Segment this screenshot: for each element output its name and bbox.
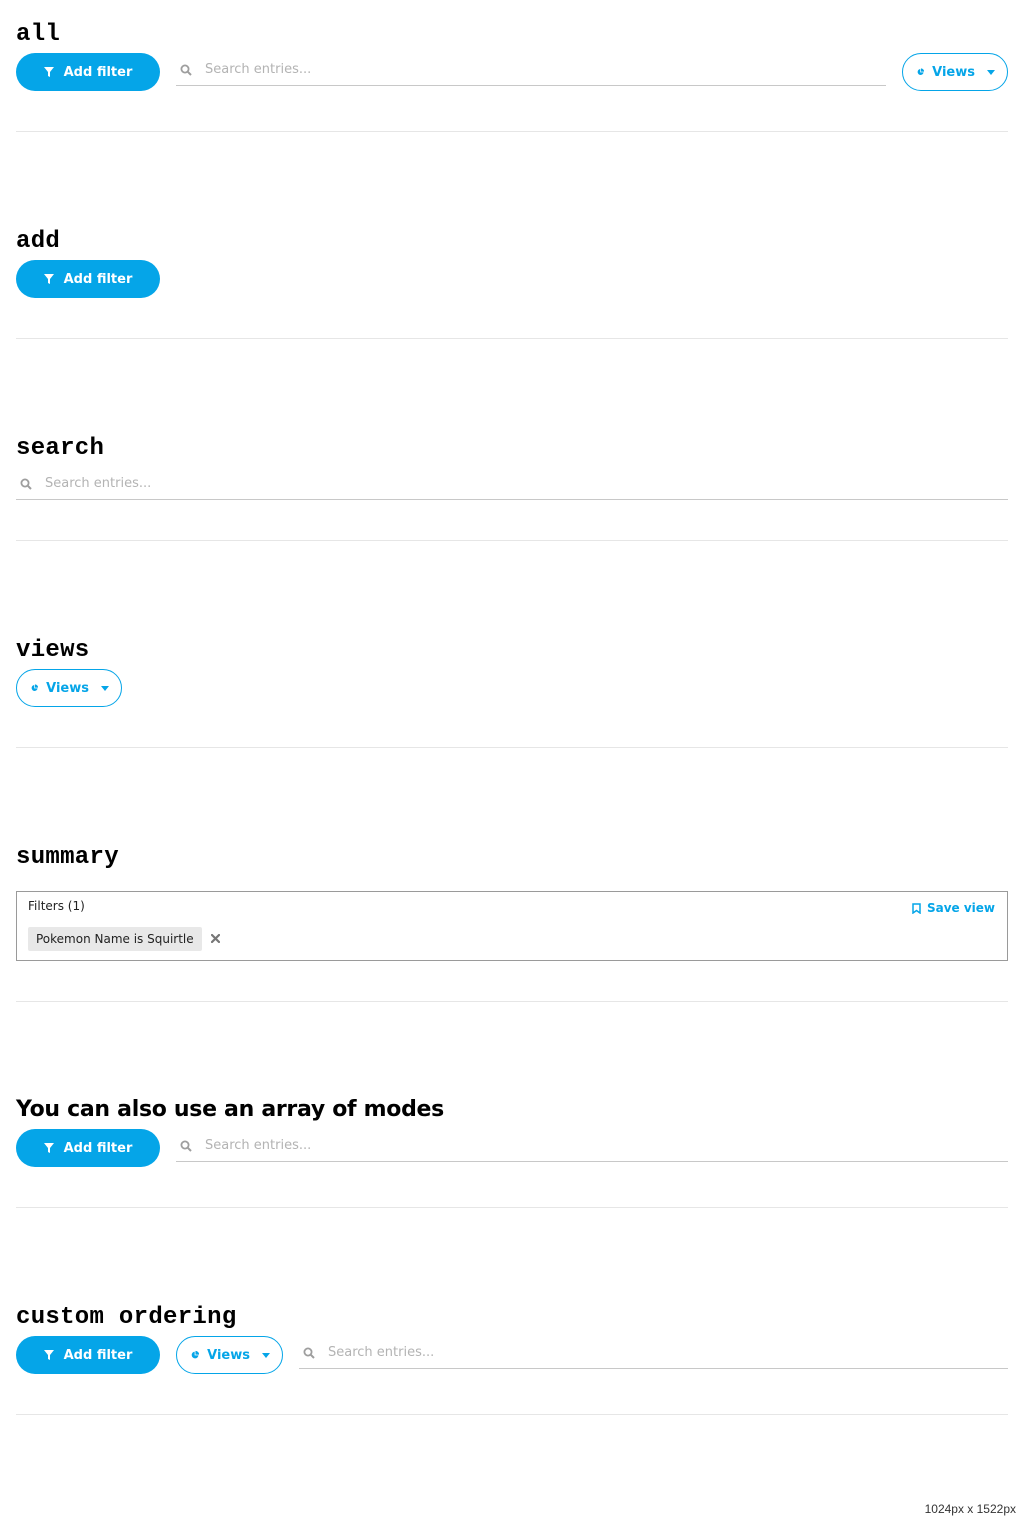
section-add: add Add filter <box>16 225 1008 305</box>
add-filter-button[interactable]: Add filter <box>16 53 160 91</box>
section-title-all: all <box>16 21 61 48</box>
search-field[interactable] <box>16 468 1008 500</box>
filter-chip: Pokemon Name is Squirtle <box>28 927 202 951</box>
viewport-size-label: 1024px x 1522px <box>924 1502 1016 1516</box>
search-field[interactable] <box>176 1130 1008 1162</box>
section-title-add: add <box>16 228 61 255</box>
search-icon <box>303 1347 315 1359</box>
divider <box>16 540 1008 541</box>
section-title-search: search <box>16 435 105 462</box>
section-custom-ordering: custom ordering Add filter Views <box>16 1301 1008 1381</box>
section-summary: summary Filters (1) Save view Pokemon Na… <box>16 841 1008 971</box>
add-filter-label: Add filter <box>63 271 133 287</box>
caret-down-icon <box>262 1352 270 1358</box>
close-icon <box>210 933 220 943</box>
caret-down-icon <box>987 69 995 75</box>
section-views: views Views <box>16 634 1008 714</box>
filters-heading: Filters (1) <box>28 899 85 913</box>
views-button[interactable]: Views <box>902 53 1008 91</box>
views-button[interactable]: Views <box>16 669 122 707</box>
section-title-views: views <box>16 637 90 664</box>
add-filter-label: Add filter <box>63 1347 133 1363</box>
add-filter-label: Add filter <box>63 64 133 80</box>
remove-filter-button[interactable] <box>209 932 221 944</box>
search-field[interactable] <box>176 54 886 86</box>
filter-summary-panel: Filters (1) Save view Pokemon Name is Sq… <box>16 891 1008 961</box>
filter-icon <box>43 1143 54 1153</box>
section-title-custom-ordering: custom ordering <box>16 1304 237 1331</box>
add-filter-button[interactable]: Add filter <box>16 1336 160 1374</box>
add-filter-button[interactable]: Add filter <box>16 1129 160 1167</box>
divider <box>16 1207 1008 1208</box>
caret-down-icon <box>101 685 109 691</box>
section-search: search <box>16 432 1008 502</box>
filter-icon <box>43 67 54 77</box>
search-input[interactable] <box>45 469 1008 498</box>
divider <box>16 1001 1008 1002</box>
search-input[interactable] <box>205 1131 1008 1160</box>
save-view-button[interactable]: Save view <box>912 901 995 915</box>
filter-icon <box>43 1350 54 1360</box>
add-filter-button[interactable]: Add filter <box>16 260 160 298</box>
save-view-label: Save view <box>926 901 995 915</box>
search-field[interactable] <box>299 1337 1008 1369</box>
filter-icon <box>43 274 54 284</box>
views-button[interactable]: Views <box>176 1336 283 1374</box>
search-input[interactable] <box>328 1338 1008 1367</box>
section-title-summary: summary <box>16 844 119 871</box>
section-all: all Add filter Views <box>16 18 1008 98</box>
views-label: Views <box>207 1347 250 1363</box>
divider <box>16 131 1008 132</box>
bookmark-icon <box>912 902 921 914</box>
section-title-array-modes: You can also use an array of modes <box>16 1097 444 1122</box>
search-icon <box>180 64 192 76</box>
pie-chart-icon <box>191 1350 200 1359</box>
section-array-modes: You can also use an array of modes Add f… <box>16 1094 1008 1174</box>
divider <box>16 1414 1008 1415</box>
pie-chart-icon <box>31 684 39 691</box>
divider <box>16 338 1008 339</box>
add-filter-label: Add filter <box>63 1140 133 1156</box>
divider <box>16 747 1008 748</box>
search-icon <box>180 1140 192 1152</box>
search-input[interactable] <box>205 55 886 84</box>
filter-chip-label: Pokemon Name is Squirtle <box>36 932 194 946</box>
search-icon <box>20 478 32 490</box>
views-label: Views <box>932 64 975 80</box>
pie-chart-icon <box>917 68 925 75</box>
views-label: Views <box>46 680 89 696</box>
